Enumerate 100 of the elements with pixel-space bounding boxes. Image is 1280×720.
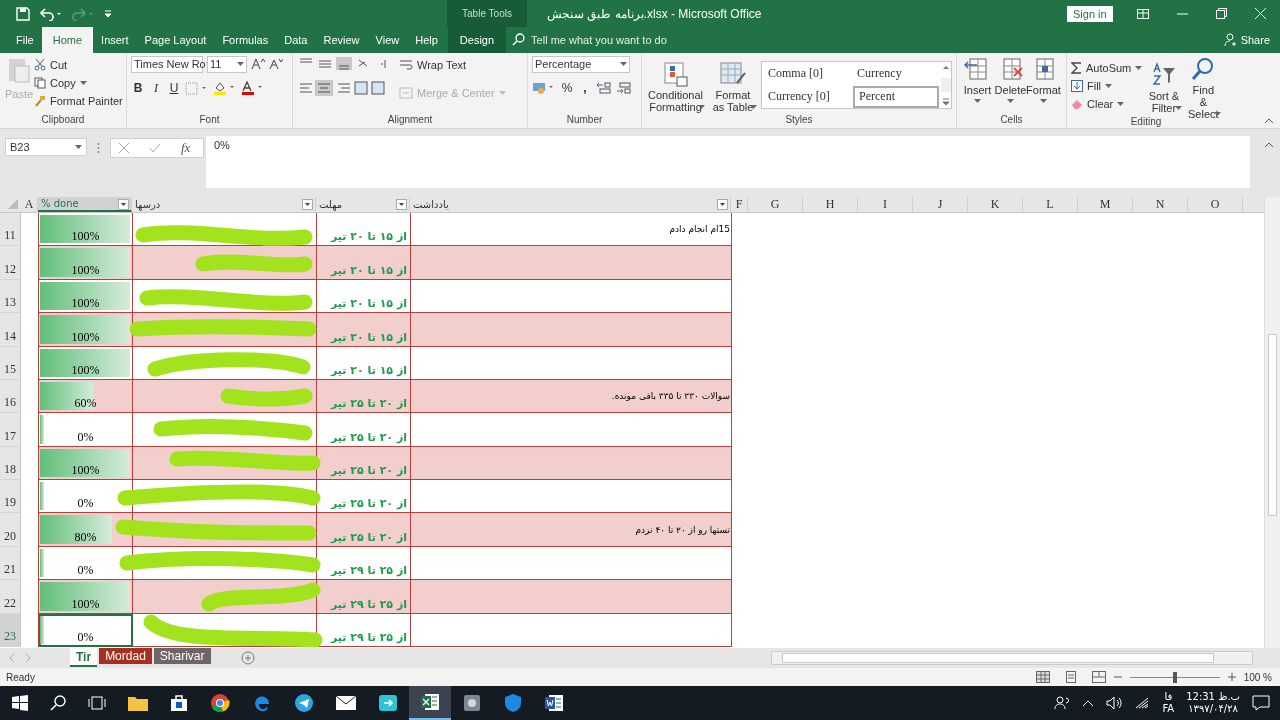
increase-decimal-icon[interactable] (596, 80, 612, 95)
name-box[interactable]: B23 (5, 137, 87, 156)
row-number[interactable]: 13 (0, 279, 21, 314)
caret-icon[interactable] (1040, 99, 1047, 104)
font-size-field[interactable]: 11 (207, 55, 247, 73)
row-number[interactable]: 22 (0, 580, 21, 614)
bold-button[interactable]: B (131, 81, 145, 96)
cells-button[interactable]: Format (1024, 55, 1063, 97)
column-header[interactable]: مهلت (319, 198, 343, 210)
autosum-button[interactable]: AutoSum (1071, 59, 1132, 78)
caret-icon[interactable] (1105, 84, 1113, 89)
column-header[interactable]: N (1155, 196, 1165, 212)
app-icon[interactable] (378, 694, 398, 712)
row-number[interactable]: 20 (0, 513, 21, 547)
font-color-icon[interactable] (241, 81, 265, 96)
sort-filter-button[interactable]: Sort & Filter (1146, 62, 1182, 115)
caret-icon[interactable] (1117, 102, 1125, 107)
row-number[interactable]: 23 (0, 613, 21, 648)
insert-function-button[interactable]: fx (181, 139, 191, 156)
fill-button[interactable]: Fill (1071, 77, 1102, 96)
underline-button[interactable]: U (167, 81, 181, 96)
row-number[interactable]: 14 (0, 313, 21, 347)
column-header[interactable]: M (1099, 196, 1111, 212)
shrink-font-icon[interactable] (269, 58, 283, 71)
paper-plane-icon[interactable] (294, 693, 314, 713)
horizontal-scrollbar[interactable] (770, 651, 1253, 666)
clock-time[interactable]: 12:31 ب.ظ (1186, 691, 1240, 703)
format-as-table-button[interactable]: Format as Table (709, 60, 757, 114)
ribbon-tab[interactable]: Insert (93, 27, 137, 53)
percent-button[interactable]: % (560, 80, 574, 95)
copy-button[interactable]: Copy (34, 73, 76, 92)
comma-button[interactable]: , (578, 80, 592, 95)
formula-field[interactable]: 0% (206, 135, 1250, 188)
wrap-text-button[interactable]: Wrap Text (399, 55, 467, 74)
customize-caret-icon[interactable] (104, 9, 112, 18)
caret-icon[interactable] (974, 99, 981, 104)
share-button[interactable]: Share (1223, 27, 1270, 53)
people-icon[interactable] (1054, 696, 1071, 710)
language-indicator[interactable]: فا (1164, 691, 1173, 703)
column-header[interactable]: درسها (135, 198, 161, 210)
search-icon[interactable] (50, 695, 66, 711)
column-header[interactable]: I (883, 196, 887, 212)
language-indicator[interactable]: FA (1162, 703, 1175, 715)
zoom-in-icon[interactable] (1227, 673, 1236, 682)
column-header[interactable]: A (24, 196, 34, 212)
ribbon-tab[interactable]: File (8, 27, 42, 53)
sign-in-button[interactable]: Sign in (1067, 5, 1113, 22)
cell-style-item[interactable]: Comma [0] (764, 62, 852, 85)
normal-view-icon[interactable] (1035, 671, 1050, 684)
minimize-icon[interactable] (1177, 12, 1188, 15)
document-icon[interactable] (544, 694, 564, 712)
row-number[interactable]: 12 (0, 246, 21, 280)
caret-icon[interactable] (1135, 66, 1143, 71)
column-header[interactable]: O (1210, 196, 1220, 212)
spreadsheet-icon[interactable] (420, 693, 440, 711)
add-sheet-icon[interactable] (240, 651, 255, 666)
check-icon[interactable] (149, 142, 161, 153)
caret-icon[interactable] (1007, 99, 1014, 104)
grow-font-icon[interactable] (251, 58, 265, 71)
row-number[interactable]: 16 (0, 379, 21, 414)
caret-icon[interactable] (1174, 106, 1182, 111)
page-break-icon[interactable] (1091, 671, 1106, 684)
fill-color-icon[interactable] (213, 81, 237, 96)
row-number[interactable]: 19 (0, 480, 21, 514)
find-select-button[interactable]: Find & Select (1185, 55, 1221, 121)
app-icon[interactable] (462, 693, 482, 713)
vertical-scrollbar[interactable] (1264, 196, 1280, 649)
close-icon[interactable] (1255, 8, 1266, 19)
chevron-up-icon[interactable] (1082, 699, 1095, 707)
save-icon[interactable] (16, 6, 30, 21)
ribbon-tab[interactable]: Home (41, 27, 94, 53)
sheet-tab[interactable]: Tir (70, 648, 98, 668)
notifications-icon[interactable] (1252, 695, 1270, 711)
task-view-icon[interactable] (88, 696, 106, 710)
ribbon-tab[interactable]: Page Layout (136, 27, 215, 53)
filter-dropdown-icon[interactable] (302, 198, 313, 210)
number-format-field[interactable]: Percentage (532, 55, 630, 73)
decrease-decimal-icon[interactable] (616, 80, 632, 95)
conditional-formatting-button[interactable]: Conditional Formatting (646, 60, 706, 114)
ribbon-tab[interactable]: Help (407, 27, 446, 53)
sheet-tab[interactable]: Mordad (99, 648, 152, 665)
caret-icon[interactable] (79, 80, 87, 85)
start-icon[interactable] (12, 695, 28, 711)
envelope-icon[interactable] (336, 696, 356, 710)
column-header[interactable]: H (825, 196, 835, 212)
restore-icon[interactable] (1216, 8, 1227, 19)
ribbon-tab[interactable]: Review (315, 27, 368, 53)
ribbon-tab[interactable]: Data (276, 27, 316, 53)
column-header[interactable]: F (735, 196, 743, 212)
cell-style-item[interactable]: Percent (853, 85, 939, 108)
zoom-slider[interactable] (1172, 671, 1177, 683)
cell-style-item[interactable]: Currency (853, 62, 939, 85)
cut-button[interactable]: Cut (34, 55, 68, 74)
ribbon-tab[interactable]: Design (447, 27, 507, 53)
column-header[interactable]: یادداشت (413, 198, 449, 210)
shield-icon[interactable] (504, 693, 522, 713)
column-header[interactable]: L (1046, 196, 1054, 212)
format-painter-button[interactable]: Format Painter (34, 91, 123, 110)
filter-dropdown-icon[interactable] (717, 198, 728, 210)
shopping-bag-icon[interactable] (170, 694, 188, 712)
